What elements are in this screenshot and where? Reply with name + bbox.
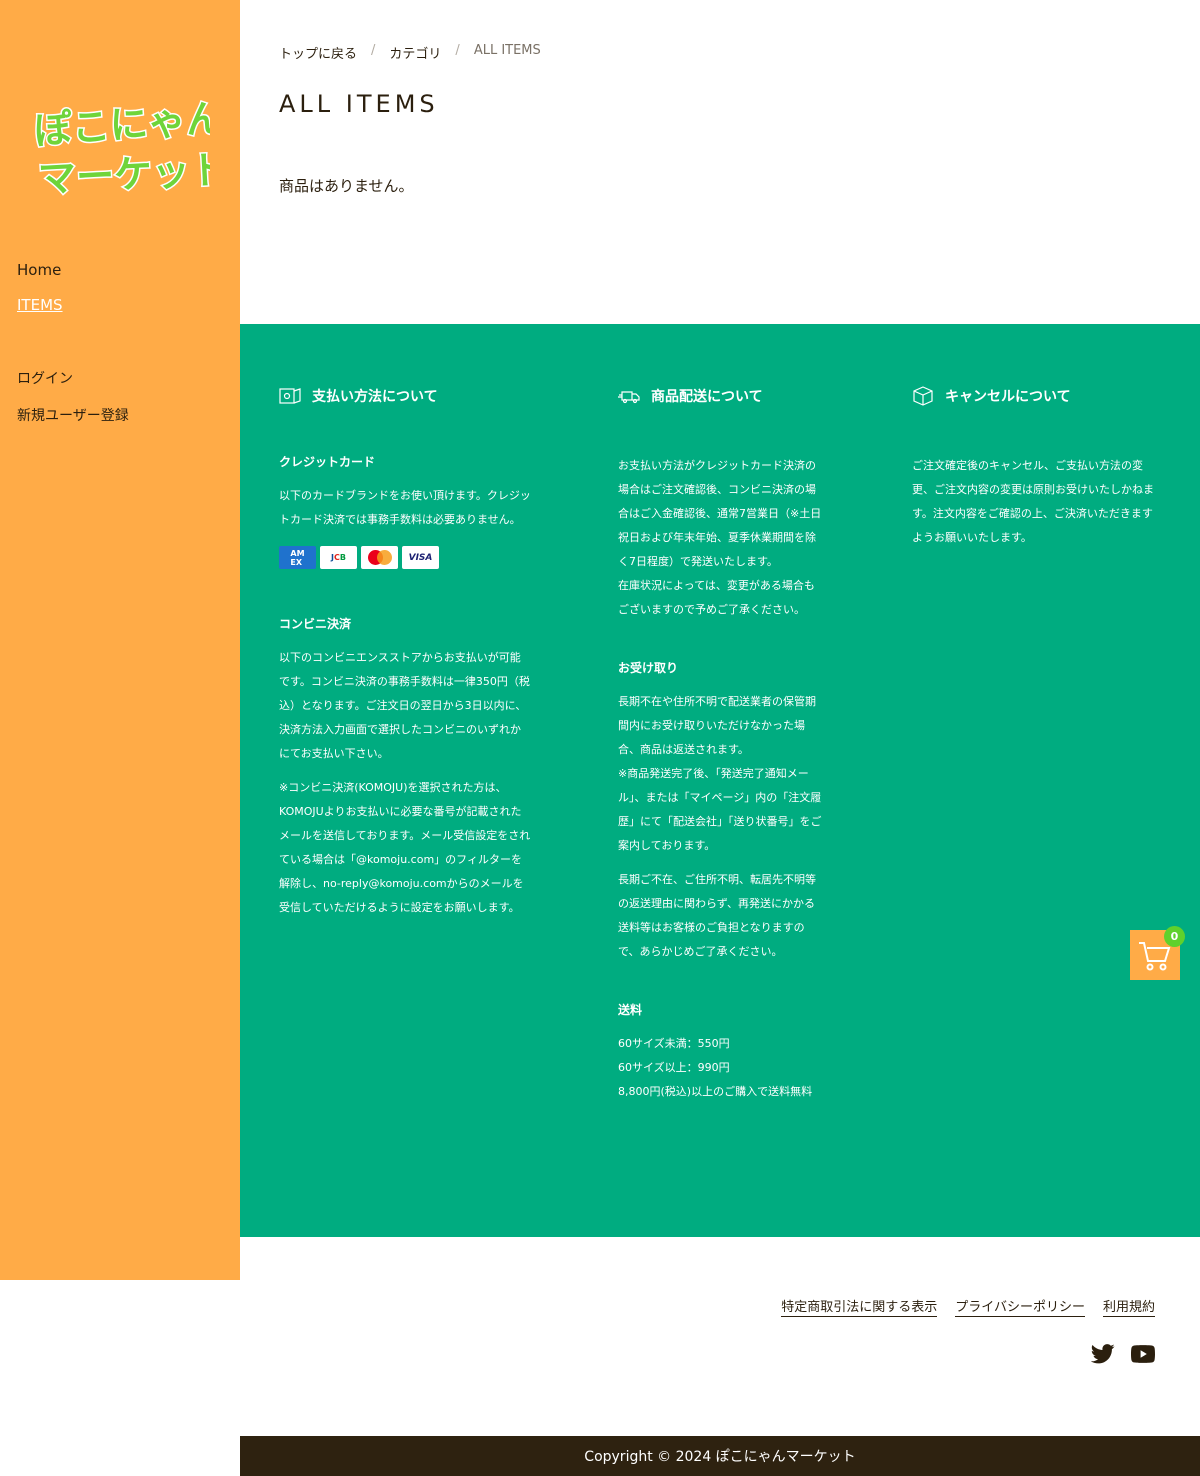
shop-info-section: 支払い方法について クレジットカード 以下のカードブランドをお使い頂けます。クレ… bbox=[240, 324, 1200, 1237]
receive-text: 長期不在や住所不明で配送業者の保管期間内にお受け取りいただけなかった場合、商品は… bbox=[618, 695, 816, 756]
copyright: Copyright © 2024 ぽこにゃんマーケット bbox=[240, 1436, 1200, 1476]
svg-text:マーケット: マーケット bbox=[37, 147, 210, 198]
card-brands: AM EX JCB VISA bbox=[279, 546, 531, 569]
mastercard-icon bbox=[361, 546, 398, 569]
nav-items[interactable]: ITEMS bbox=[17, 295, 63, 315]
shop-logo[interactable]: ぽこにゃん マーケット bbox=[30, 88, 210, 198]
payment-column: 支払い方法について クレジットカード 以下のカードブランドをお使い頂けます。クレ… bbox=[279, 386, 531, 920]
footer-links: 特定商取引法に関する表示 プライバシーポリシー 利用規約 bbox=[781, 1296, 1155, 1317]
shipping-fee-line: 60サイズ未満：550円 bbox=[618, 1037, 730, 1050]
tokushoho-link[interactable]: 特定商取引法に関する表示 bbox=[781, 1296, 938, 1317]
login-link[interactable]: ログイン bbox=[17, 369, 129, 389]
cancel-heading: キャンセルについて bbox=[912, 386, 1156, 406]
sidebar: ぽこにゃん マーケット Home ITEMS ログイン 新規ユーザー登録 bbox=[0, 0, 240, 1280]
visa-icon: VISA bbox=[402, 546, 439, 569]
receive-note: ※商品発送完了後、「発送完了通知メール」、または「マイページ」内の「注文履歴」に… bbox=[618, 767, 822, 852]
main-nav: Home ITEMS bbox=[17, 260, 63, 330]
breadcrumb-separator: / bbox=[371, 43, 376, 58]
breadcrumb-top[interactable]: トップに戻る bbox=[279, 43, 357, 62]
shipping-stock-note: 在庫状況によっては、変更がある場合もございますので予めご了承ください。 bbox=[618, 579, 815, 616]
register-link[interactable]: 新規ユーザー登録 bbox=[17, 406, 129, 426]
terms-link[interactable]: 利用規約 bbox=[1102, 1296, 1155, 1317]
amex-icon: AM EX bbox=[279, 546, 316, 569]
shipping-fee-line: 8,800円(税込)以上のご購入で送料無料 bbox=[618, 1085, 813, 1098]
breadcrumb-current: ALL ITEMS bbox=[473, 43, 541, 58]
cancel-column: キャンセルについて ご注文確定後のキャンセル、ご支払い方法の変更、ご注文内容の変… bbox=[912, 386, 1156, 550]
conbini-heading: コンビニ決済 bbox=[279, 617, 352, 631]
conbini-note: ※コンビニ決済(KOMOJU)を選択された方は、KOMOJUよりお支払いに必要な… bbox=[279, 781, 531, 914]
credit-card-text: 以下のカードブランドをお使い頂けます。クレジットカード決済では事務手数料は必要あ… bbox=[279, 489, 531, 526]
cart-count-badge: 0 bbox=[1164, 926, 1185, 947]
social-links bbox=[1091, 1343, 1155, 1365]
credit-card-heading: クレジットカード bbox=[279, 455, 376, 469]
account-nav: ログイン 新規ユーザー登録 bbox=[17, 369, 129, 443]
shipping-text: お支払い方法がクレジットカード決済の場合はご注文確認後、コンビニ決済の場合はご入… bbox=[618, 459, 822, 568]
cart-icon bbox=[1139, 942, 1171, 971]
truck-icon bbox=[618, 386, 640, 406]
jcb-icon: JCB bbox=[320, 546, 357, 569]
breadcrumb-separator: / bbox=[455, 43, 460, 58]
page-title: ALL ITEMS bbox=[279, 90, 439, 118]
box-icon bbox=[912, 386, 934, 406]
privacy-link[interactable]: プライバシーポリシー bbox=[955, 1296, 1085, 1317]
shipping-heading: 商品配送について bbox=[618, 386, 824, 406]
receive-return-note: 長期ご不在、ご住所不明、転居先不明等の返送理由に関わらず、再発送にかかる送料等は… bbox=[618, 873, 816, 958]
youtube-icon[interactable] bbox=[1131, 1343, 1155, 1365]
shipping-fee-line: 60サイズ以上：990円 bbox=[618, 1061, 730, 1074]
payment-heading: 支払い方法について bbox=[279, 386, 531, 406]
shipping-fee-heading: 送料 bbox=[618, 1003, 643, 1017]
twitter-icon[interactable] bbox=[1091, 1343, 1115, 1365]
nav-home[interactable]: Home bbox=[17, 260, 63, 280]
svg-text:ぽこにゃん: ぽこにゃん bbox=[32, 96, 210, 153]
shipping-column: 商品配送について お支払い方法がクレジットカード決済の場合はご注文確認後、コンビ… bbox=[618, 386, 824, 1104]
payment-icon bbox=[279, 386, 301, 406]
breadcrumb-category[interactable]: カテゴリ bbox=[389, 43, 441, 62]
empty-message: 商品はありません。 bbox=[279, 177, 414, 195]
receive-heading: お受け取り bbox=[618, 661, 679, 675]
conbini-text: 以下のコンビニエンスストアからお支払いが可能です。コンビニ決済の事務手数料は一律… bbox=[279, 651, 530, 760]
breadcrumb: トップに戻る / カテゴリ / ALL ITEMS bbox=[279, 43, 541, 62]
cancel-text: ご注文確定後のキャンセル、ご支払い方法の変更、ご注文内容の変更は原則お受けいたし… bbox=[912, 459, 1154, 544]
